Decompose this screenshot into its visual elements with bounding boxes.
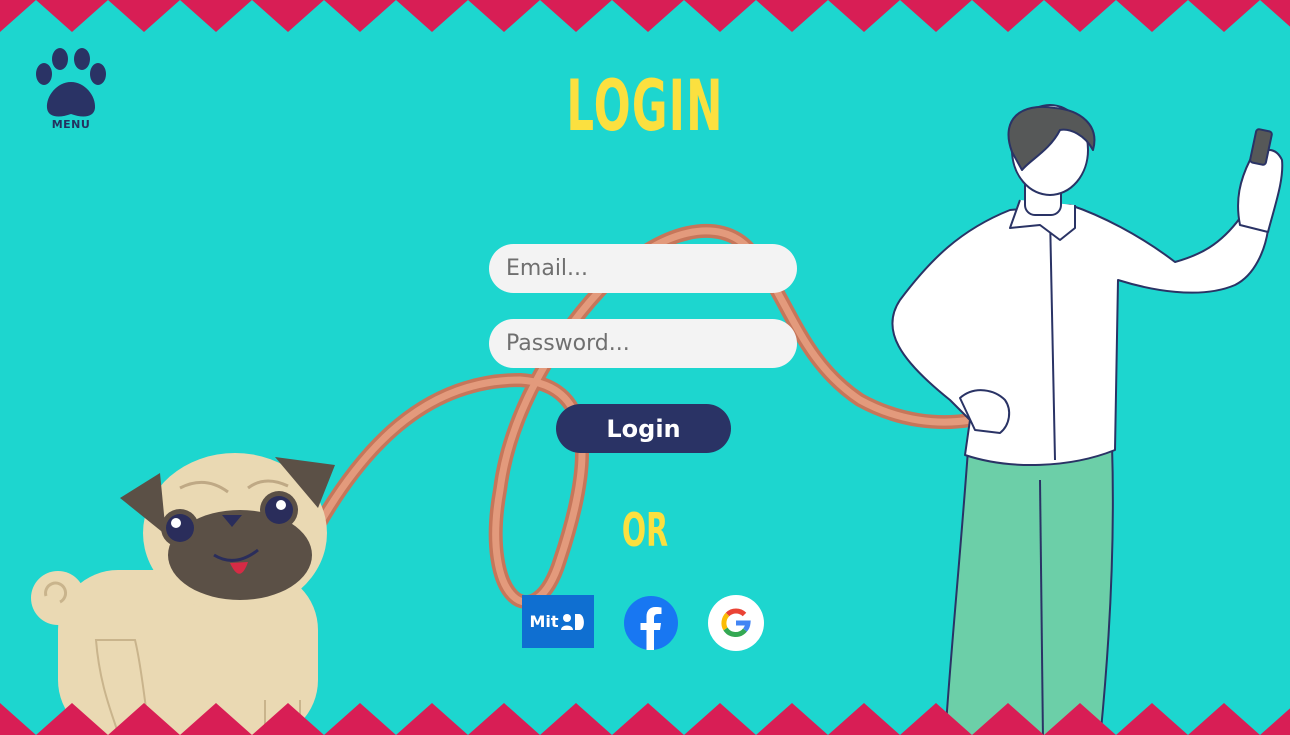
zigzag-triangle (180, 703, 252, 735)
zigzag-triangle (252, 0, 324, 32)
zigzag-triangle (612, 703, 684, 735)
zigzag-triangle (324, 703, 396, 735)
zigzag-triangle (900, 703, 972, 735)
facebook-icon (624, 596, 678, 650)
menu-button[interactable]: MENU (30, 46, 112, 138)
zigzag-triangle (900, 0, 972, 32)
zigzag-triangle (1116, 703, 1188, 735)
zigzag-triangle (108, 0, 180, 32)
email-input[interactable] (489, 244, 797, 293)
zigzag-triangle (684, 703, 756, 735)
facebook-login-button[interactable] (624, 596, 678, 650)
zigzag-triangle (1188, 0, 1260, 32)
zigzag-triangle (828, 0, 900, 32)
zigzag-triangle (684, 0, 756, 32)
mitid-login-button[interactable]: Mit (522, 595, 594, 648)
zigzag-triangle (324, 0, 396, 32)
zigzag-triangle (756, 0, 828, 32)
google-icon (708, 595, 764, 651)
zigzag-triangle (468, 0, 540, 32)
zigzag-triangle (36, 703, 108, 735)
menu-label: MENU (51, 118, 91, 131)
zigzag-triangle (756, 703, 828, 735)
zigzag-triangle (1116, 0, 1188, 32)
zigzag-triangle (1188, 703, 1260, 735)
zigzag-triangle (0, 703, 36, 735)
zigzag-triangle (36, 0, 108, 32)
zigzag-triangle (1044, 0, 1116, 32)
zigzag-triangle (396, 703, 468, 735)
zigzag-triangle (0, 0, 36, 32)
mitid-icon (560, 613, 584, 630)
zigzag-triangle (972, 0, 1044, 32)
zigzag-triangle (1260, 708, 1290, 735)
paw-icon (36, 48, 106, 117)
zigzag-triangle (108, 703, 180, 735)
zigzag-triangle (972, 703, 1044, 735)
zigzag-triangle (396, 0, 468, 32)
login-button[interactable]: Login (556, 404, 731, 453)
zigzag-triangle (828, 703, 900, 735)
zigzag-triangle (1260, 0, 1290, 27)
bottom-zigzag-border (0, 703, 1290, 735)
pug-illustration (31, 453, 335, 735)
top-zigzag-border (0, 0, 1290, 32)
zigzag-triangle (612, 0, 684, 32)
zigzag-triangle (180, 0, 252, 32)
zigzag-triangle (468, 703, 540, 735)
password-input[interactable] (489, 319, 797, 368)
zigzag-triangle (540, 703, 612, 735)
google-login-button[interactable] (708, 595, 764, 651)
page-title: LOGIN (566, 65, 724, 147)
zigzag-triangle (252, 703, 324, 735)
zigzag-triangle (540, 0, 612, 32)
or-separator: OR (621, 503, 669, 557)
mitid-label: Mit (529, 612, 559, 631)
zigzag-triangle (1044, 703, 1116, 735)
